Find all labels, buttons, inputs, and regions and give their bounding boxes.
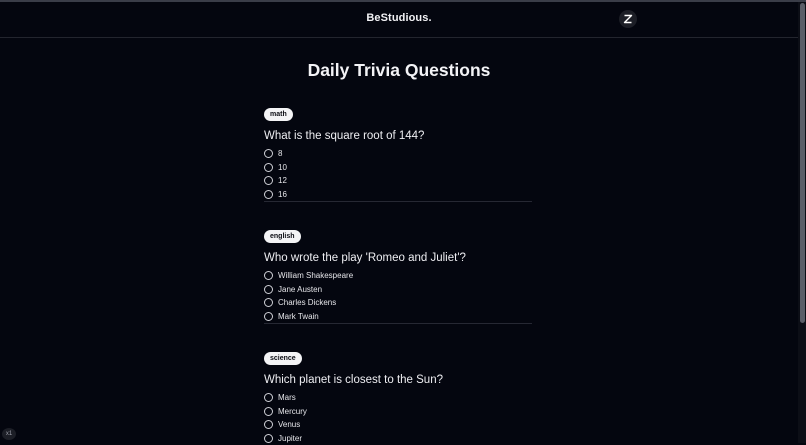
question-card-science: science Which planet is closest to the S…: [264, 347, 532, 445]
answer-label: Jane Austen: [278, 285, 322, 294]
answer-option[interactable]: Mark Twain: [264, 310, 532, 324]
answer-option[interactable]: Jane Austen: [264, 283, 532, 297]
question-text: What is the square root of 144?: [264, 128, 532, 144]
answer-option[interactable]: Mercury: [264, 405, 532, 419]
subject-tag: english: [264, 230, 301, 243]
subject-tag: math: [264, 108, 293, 121]
answer-label: Mark Twain: [278, 312, 319, 321]
radio-button-icon[interactable]: [264, 271, 273, 280]
question-divider: [264, 323, 532, 324]
answer-options: Mars Mercury Venus Jupiter: [264, 391, 532, 445]
subject-tag: science: [264, 352, 302, 365]
answer-label: Mars: [278, 393, 296, 402]
scrollbar-thumb[interactable]: [800, 3, 805, 323]
answer-label: 16: [278, 190, 287, 199]
radio-button-icon[interactable]: [264, 420, 273, 429]
x-logo-icon[interactable]: [619, 10, 637, 28]
radio-button-icon[interactable]: [264, 285, 273, 294]
radio-button-icon[interactable]: [264, 312, 273, 321]
answer-label: 8: [278, 149, 282, 158]
radio-button-icon[interactable]: [264, 407, 273, 416]
answer-option[interactable]: 10: [264, 161, 532, 175]
answer-option[interactable]: Venus: [264, 418, 532, 432]
answer-label: Venus: [278, 420, 300, 429]
answer-option[interactable]: Mars: [264, 391, 532, 405]
question-divider: [264, 201, 532, 202]
answer-option[interactable]: William Shakespeare: [264, 269, 532, 283]
answer-option[interactable]: Charles Dickens: [264, 296, 532, 310]
answer-label: Mercury: [278, 407, 307, 416]
top-nav: BeStudious.: [0, 2, 798, 38]
zoom-badge[interactable]: x1: [2, 428, 16, 440]
answer-label: Jupiter: [278, 434, 302, 443]
radio-button-icon[interactable]: [264, 163, 273, 172]
answer-label: 10: [278, 163, 287, 172]
answer-options: 8 10 12 16: [264, 147, 532, 201]
answer-label: 12: [278, 176, 287, 185]
radio-button-icon[interactable]: [264, 176, 273, 185]
answer-label: William Shakespeare: [278, 271, 353, 280]
radio-button-icon[interactable]: [264, 149, 273, 158]
question-text: Which planet is closest to the Sun?: [264, 372, 532, 388]
page-title: Daily Trivia Questions: [0, 60, 798, 81]
radio-button-icon[interactable]: [264, 190, 273, 199]
answer-option[interactable]: 16: [264, 188, 532, 202]
radio-button-icon[interactable]: [264, 393, 273, 402]
answer-option[interactable]: 8: [264, 147, 532, 161]
answer-option[interactable]: 12: [264, 174, 532, 188]
question-card-math: math What is the square root of 144? 8 1…: [264, 103, 532, 201]
radio-button-icon[interactable]: [264, 434, 273, 443]
answer-label: Charles Dickens: [278, 298, 336, 307]
question-card-english: english Who wrote the play 'Romeo and Ju…: [264, 225, 532, 323]
answer-options: William Shakespeare Jane Austen Charles …: [264, 269, 532, 323]
radio-button-icon[interactable]: [264, 298, 273, 307]
question-text: Who wrote the play 'Romeo and Juliet'?: [264, 250, 532, 266]
brand-name[interactable]: BeStudious.: [0, 12, 798, 24]
